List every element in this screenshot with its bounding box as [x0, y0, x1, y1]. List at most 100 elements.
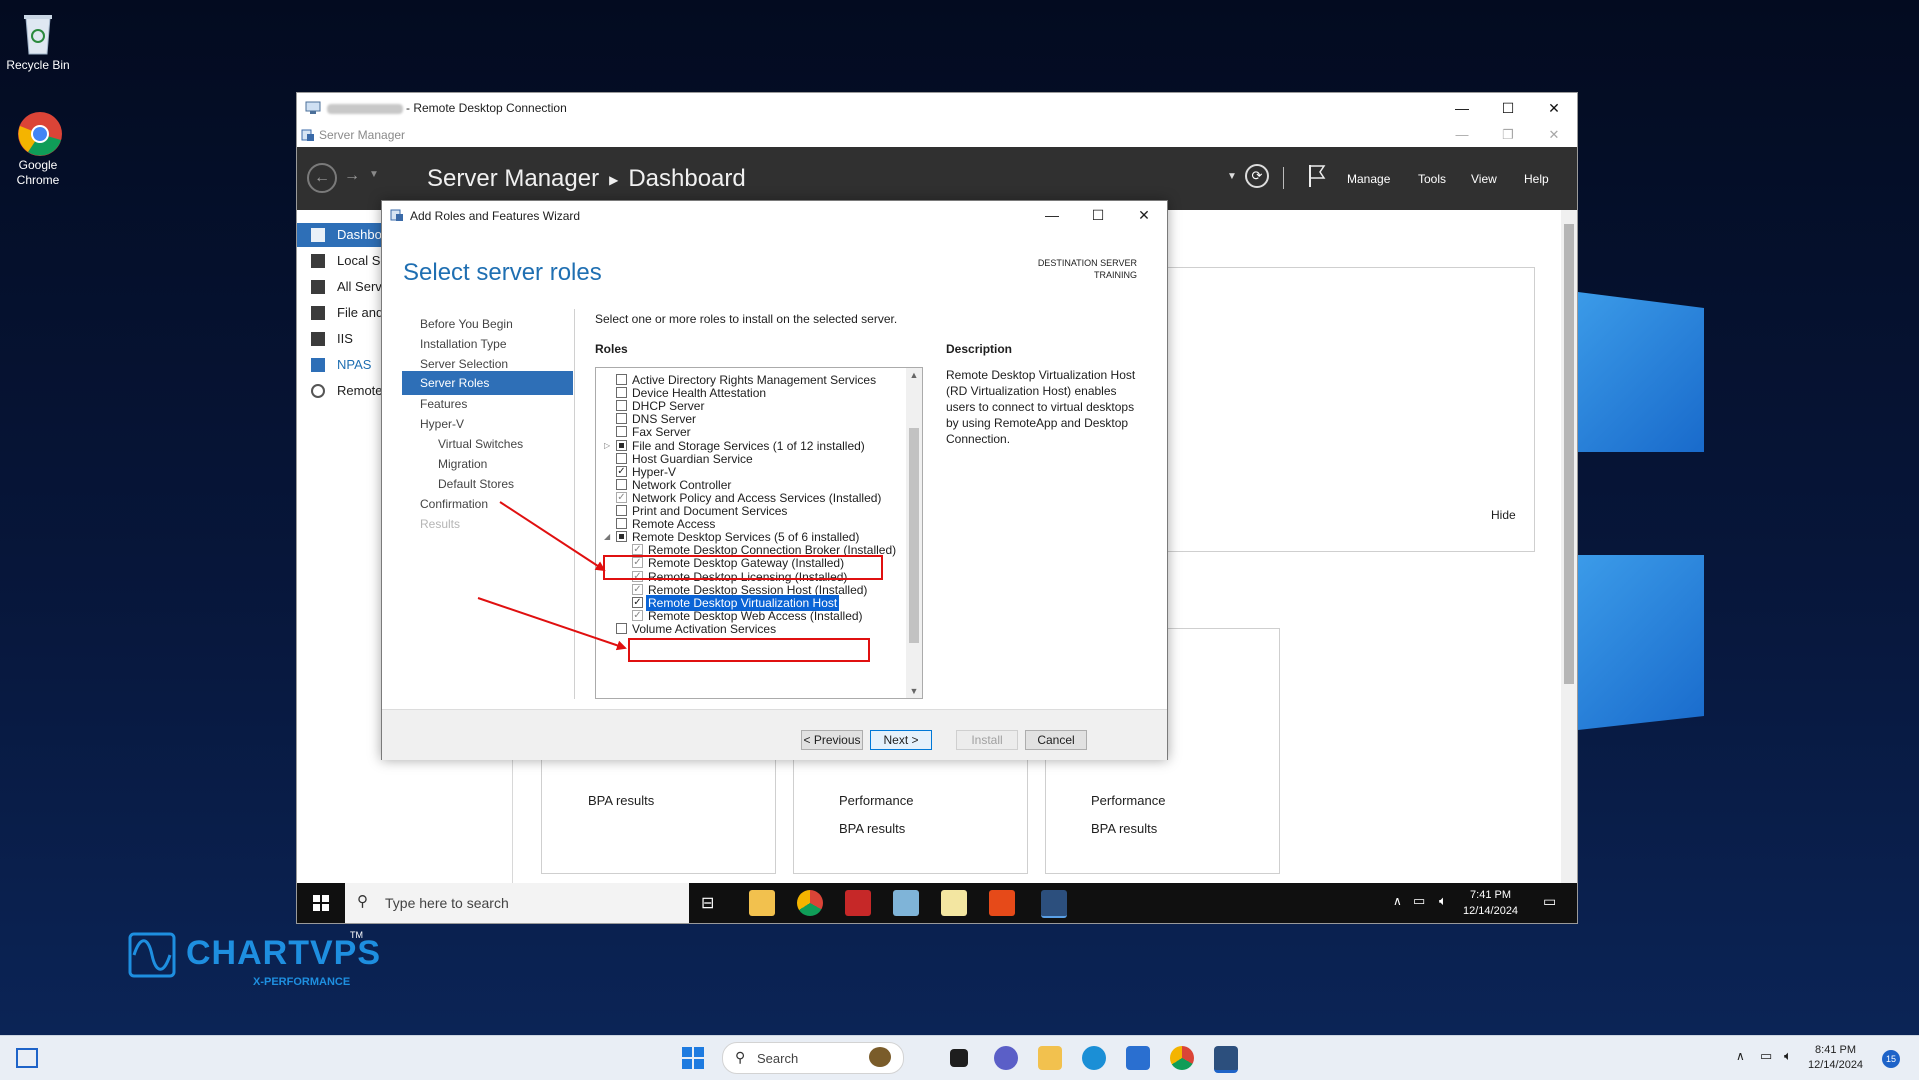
- recycle-bin-desktop-icon[interactable]: Recycle Bin: [0, 10, 76, 73]
- app-pen-icon[interactable]: [893, 890, 919, 916]
- history-dropdown-icon[interactable]: ▼: [369, 169, 379, 180]
- role-checkbox[interactable]: [616, 413, 627, 425]
- rdp-title-bar[interactable]: - Remote Desktop Connection — ☐ ✕: [297, 93, 1577, 123]
- sm-minimize-button[interactable]: —: [1439, 123, 1485, 147]
- edge-icon[interactable]: [1082, 1046, 1106, 1070]
- server-manager-title-bar[interactable]: Server Manager: [297, 123, 1577, 147]
- wizard-minimize-button[interactable]: —: [1029, 201, 1075, 229]
- remote-search-box[interactable]: ⚲ Type here to search: [345, 883, 689, 923]
- wizard-maximize-button[interactable]: ☐: [1075, 201, 1121, 229]
- role-checkbox[interactable]: [616, 400, 627, 412]
- tile-performance[interactable]: Performance: [839, 793, 913, 808]
- role-checkbox[interactable]: [616, 426, 627, 438]
- chrome-taskbar-icon[interactable]: [797, 890, 823, 916]
- windows-start-icon[interactable]: [682, 1047, 704, 1069]
- menu-help[interactable]: Help: [1524, 172, 1549, 186]
- step-migration[interactable]: Migration: [438, 457, 487, 471]
- teams-icon[interactable]: [994, 1046, 1018, 1070]
- task-view-icon[interactable]: ⊟: [701, 893, 714, 913]
- start-button-icon[interactable]: [313, 895, 329, 911]
- step-virtual-switches[interactable]: Virtual Switches: [438, 437, 523, 451]
- menu-view[interactable]: View: [1471, 172, 1497, 186]
- sm-close-button[interactable]: ✕: [1531, 123, 1577, 147]
- app-nt-icon[interactable]: [989, 890, 1015, 916]
- hide-link[interactable]: Hide: [1491, 508, 1516, 522]
- file-explorer-icon[interactable]: [749, 890, 775, 916]
- server-manager-window-title: Server Manager: [319, 128, 406, 142]
- sm-restore-button[interactable]: ❐: [1485, 123, 1531, 147]
- refresh-dropdown-icon[interactable]: ▼: [1227, 171, 1237, 182]
- notifications-flag-icon[interactable]: [1307, 163, 1327, 189]
- notification-badge[interactable]: 15: [1882, 1050, 1900, 1068]
- roles-scroll-thumb[interactable]: [909, 428, 919, 643]
- host-search-box[interactable]: ⚲ Search: [722, 1042, 904, 1074]
- role-checkbox[interactable]: [616, 374, 627, 385]
- role-checkbox[interactable]: ✓: [616, 465, 627, 477]
- step-server-roles[interactable]: Server Roles: [402, 371, 573, 395]
- wizard-close-button[interactable]: ✕: [1121, 201, 1167, 229]
- tile-performance[interactable]: Performance: [1091, 793, 1165, 808]
- widgets-icon[interactable]: [16, 1048, 38, 1068]
- server-manager-taskbar-icon[interactable]: [1041, 890, 1067, 918]
- role-item[interactable]: Volume Activation Services: [596, 621, 896, 637]
- volume-icon[interactable]: 🔈︎: [1439, 893, 1447, 909]
- breadcrumb-app: Server Manager: [427, 165, 600, 192]
- role-checkbox[interactable]: ✓: [632, 596, 643, 608]
- role-checkbox[interactable]: [616, 518, 627, 530]
- role-checkbox[interactable]: [616, 478, 627, 490]
- role-checkbox[interactable]: [616, 622, 627, 634]
- menu-manage[interactable]: Manage: [1347, 172, 1390, 186]
- chrome-taskbar-icon[interactable]: [1170, 1046, 1194, 1070]
- step-server-selection[interactable]: Server Selection: [420, 357, 508, 371]
- step-default-stores[interactable]: Default Stores: [438, 477, 514, 491]
- rdp-taskbar-icon[interactable]: [1214, 1046, 1238, 1073]
- tile-bpa-results[interactable]: BPA results: [1091, 821, 1157, 836]
- file-explorer-icon[interactable]: [1038, 1046, 1062, 1070]
- menu-tools[interactable]: Tools: [1418, 172, 1446, 186]
- tile-bpa-results[interactable]: BPA results: [839, 821, 905, 836]
- wizard-icon: [390, 209, 403, 221]
- step-features[interactable]: Features: [420, 397, 467, 411]
- step-hyper-v[interactable]: Hyper-V: [420, 417, 464, 431]
- step-confirmation[interactable]: Confirmation: [420, 497, 488, 511]
- wizard-title-bar[interactable]: Add Roles and Features Wizard — ☐ ✕: [382, 201, 1167, 229]
- previous-button[interactable]: < Previous: [801, 730, 863, 750]
- store-icon[interactable]: [1126, 1046, 1150, 1070]
- app-red-icon[interactable]: [845, 890, 871, 916]
- scroll-up-icon[interactable]: ▲: [906, 368, 922, 382]
- network-icon[interactable]: ▭: [1413, 893, 1425, 909]
- role-checkbox[interactable]: [616, 505, 627, 516]
- tray-chevron-icon[interactable]: ∧: [1393, 894, 1402, 908]
- step-before-you-begin[interactable]: Before You Begin: [420, 317, 513, 331]
- step-installation-type[interactable]: Installation Type: [420, 337, 507, 351]
- cancel-button[interactable]: Cancel: [1025, 730, 1087, 750]
- tray-chevron-icon[interactable]: ∧: [1736, 1049, 1745, 1063]
- notification-center-icon[interactable]: ▭: [1543, 893, 1556, 910]
- chrome-desktop-icon[interactable]: Google Chrome: [0, 110, 76, 188]
- server-manager-scrollbar[interactable]: [1561, 210, 1577, 883]
- refresh-icon[interactable]: ⟳: [1245, 164, 1269, 188]
- rdp-app-icon: [305, 101, 321, 114]
- rdp-maximize-button[interactable]: ☐: [1485, 93, 1531, 123]
- roles-scrollbar[interactable]: ▲ ▼: [906, 368, 922, 698]
- volume-icon[interactable]: 🔈︎: [1784, 1048, 1792, 1064]
- scroll-down-icon[interactable]: ▼: [906, 684, 922, 698]
- role-checkbox[interactable]: [616, 387, 627, 399]
- rdp-close-button[interactable]: ✕: [1531, 93, 1577, 123]
- tile-bpa-results[interactable]: BPA results: [588, 793, 654, 808]
- role-checkbox[interactable]: [616, 452, 627, 464]
- wizard-heading: Select server roles: [403, 259, 602, 286]
- rdp-minimize-button[interactable]: —: [1439, 93, 1485, 123]
- next-button[interactable]: Next >: [870, 730, 932, 750]
- scrollbar-thumb[interactable]: [1564, 224, 1574, 684]
- role-checkbox[interactable]: [616, 531, 627, 543]
- task-view-icon[interactable]: [950, 1049, 968, 1067]
- forward-button[interactable]: →: [337, 163, 367, 193]
- back-button[interactable]: ←: [307, 163, 337, 193]
- notepad-icon[interactable]: [941, 890, 967, 916]
- remote-clock[interactable]: 7:41 PM 12/14/2024: [1463, 887, 1518, 919]
- recycle-bin-label: Recycle Bin: [6, 58, 70, 72]
- network-icon[interactable]: ▭: [1760, 1048, 1772, 1064]
- host-clock[interactable]: 8:41 PM 12/14/2024: [1808, 1043, 1863, 1073]
- role-checkbox[interactable]: [616, 439, 627, 451]
